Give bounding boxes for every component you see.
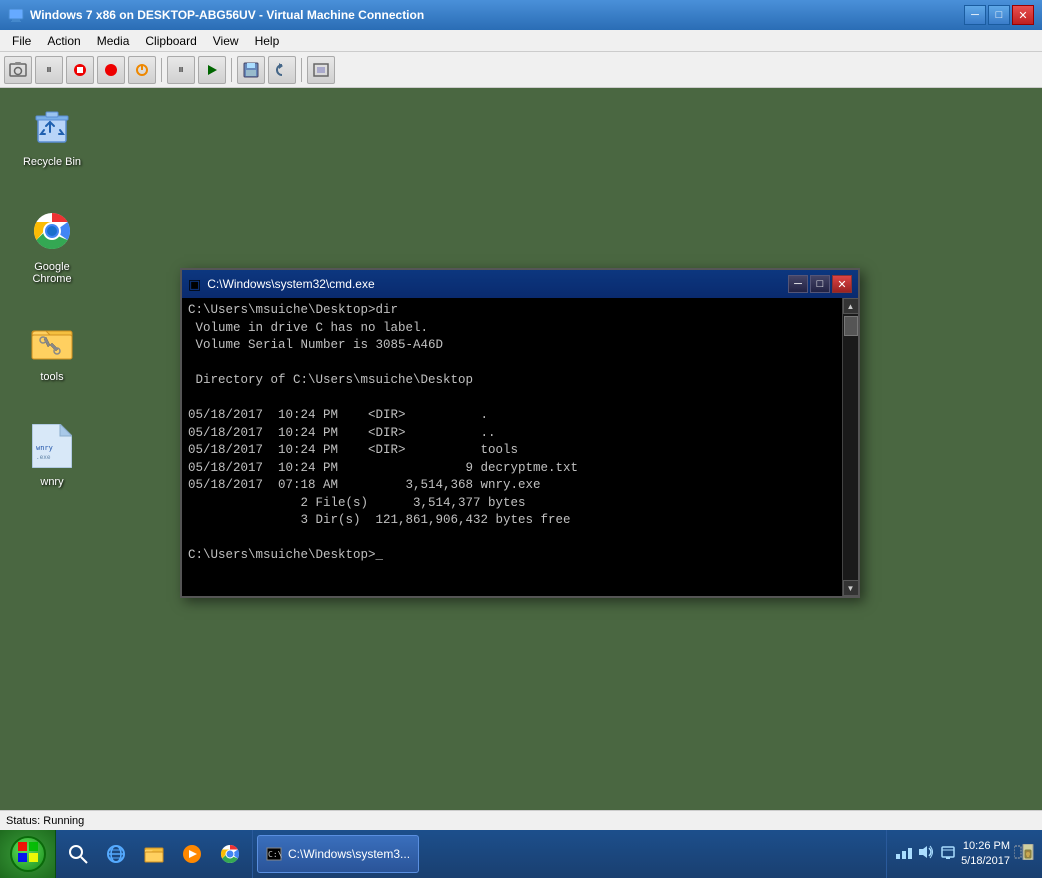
stop-btn[interactable]	[66, 56, 94, 84]
taskbar-ie-icon[interactable]	[98, 836, 134, 872]
screenshot-btn[interactable]	[4, 56, 32, 84]
vm-icon	[8, 7, 24, 23]
wnry-label: wnry	[36, 474, 67, 490]
cmd-titlebar[interactable]: ▣ C:\Windows\system32\cmd.exe ─ □ ✕	[182, 270, 858, 298]
clock-date: 5/18/2017	[961, 854, 1010, 869]
taskbar: C:\ C:\Windows\system3...	[0, 830, 1042, 878]
menu-item-media[interactable]: Media	[89, 32, 138, 50]
tools-folder-icon[interactable]: tools	[12, 313, 92, 389]
clock-time: 10:26 PM	[961, 839, 1010, 854]
minimize-button[interactable]: ─	[964, 5, 986, 25]
recycle-bin-label: Recycle Bin	[19, 154, 85, 170]
record-btn[interactable]	[97, 56, 125, 84]
folder-icon-image	[28, 317, 76, 365]
tray-lock-icon[interactable]	[1014, 844, 1034, 865]
wnry-icon-image: wnry .exe	[28, 422, 76, 470]
cmd-output: C:\Users\msuiche\Desktop>dir Volume in d…	[188, 302, 852, 565]
taskbar-tray: 10:26 PM 5/18/2017	[886, 830, 1042, 878]
save-btn[interactable]	[237, 56, 265, 84]
fullscreen-btn[interactable]	[307, 56, 335, 84]
title-bar: Windows 7 x86 on DESKTOP-ABG56UV - Virtu…	[0, 0, 1042, 30]
play-btn[interactable]	[198, 56, 226, 84]
cmd-task-button[interactable]: C:\ C:\Windows\system3...	[257, 835, 419, 873]
taskbar-chrome-icon[interactable]	[212, 836, 248, 872]
svg-text:C:\: C:\	[268, 850, 282, 859]
taskbar-tasks: C:\ C:\Windows\system3...	[253, 830, 886, 878]
cmd-controls: ─ □ ✕	[788, 275, 852, 293]
wnry-icon[interactable]: wnry .exe wnry	[12, 418, 92, 494]
menu-item-file[interactable]: File	[4, 32, 39, 50]
tray-audio-icon[interactable]	[917, 844, 935, 865]
cmd-maximize-btn[interactable]: □	[810, 275, 830, 293]
status-bar: Status: Running	[0, 810, 1042, 830]
pause-btn[interactable]: ⏸	[35, 56, 63, 84]
system-clock[interactable]: 10:26 PM 5/18/2017	[961, 839, 1010, 870]
taskbar-explorer-icon[interactable]	[136, 836, 172, 872]
cmd-icon: ▣	[188, 276, 201, 293]
svg-text:.exe: .exe	[36, 454, 51, 461]
revert-btn[interactable]	[268, 56, 296, 84]
cmd-close-btn[interactable]: ✕	[832, 275, 852, 293]
google-chrome-icon[interactable]: GoogleChrome	[12, 203, 92, 291]
cmd-minimize-btn[interactable]: ─	[788, 275, 808, 293]
close-button[interactable]: ✕	[1012, 5, 1034, 25]
taskbar-search-icon[interactable]	[60, 836, 96, 872]
menu-bar: FileActionMediaClipboardViewHelp	[0, 30, 1042, 52]
desktop: Recycle Bin GoogleChrome	[0, 88, 1042, 830]
start-orb	[10, 836, 46, 872]
cmd-body: C:\Users\msuiche\Desktop>dir Volume in d…	[182, 298, 858, 596]
sep3	[301, 58, 302, 82]
toolbar: ⏸ ⏸	[0, 52, 1042, 88]
cmd-window: ▣ C:\Windows\system32\cmd.exe ─ □ ✕ C:\U…	[180, 268, 860, 598]
taskbar-media-icon[interactable]	[174, 836, 210, 872]
scroll-up-arrow[interactable]: ▲	[843, 298, 859, 314]
cmd-title-left: ▣ C:\Windows\system32\cmd.exe	[188, 276, 375, 293]
tray-other-icon1[interactable]	[939, 844, 957, 865]
chrome-label: GoogleChrome	[28, 259, 75, 287]
sep1	[161, 58, 162, 82]
menu-item-view[interactable]: View	[205, 32, 247, 50]
status-text: Status: Running	[6, 815, 84, 827]
sep2	[231, 58, 232, 82]
scroll-thumb[interactable]	[844, 316, 858, 336]
chrome-icon-image	[28, 207, 76, 255]
menu-item-action[interactable]: Action	[39, 32, 88, 50]
title-bar-controls: ─ □ ✕	[964, 5, 1034, 25]
tools-label: tools	[36, 369, 67, 385]
recycle-bin-image	[28, 102, 76, 150]
menu-item-clipboard[interactable]: Clipboard	[137, 32, 204, 50]
tray-network-icon[interactable]	[895, 844, 913, 865]
maximize-button[interactable]: □	[988, 5, 1010, 25]
cmd-title: C:\Windows\system32\cmd.exe	[207, 277, 374, 291]
window-title: Windows 7 x86 on DESKTOP-ABG56UV - Virtu…	[30, 8, 424, 22]
scroll-down-arrow[interactable]: ▼	[843, 580, 859, 596]
pause2-btn[interactable]: ⏸	[167, 56, 195, 84]
windows-logo	[17, 841, 39, 868]
cmd-task-label: C:\Windows\system3...	[288, 847, 410, 861]
cmd-scrollbar[interactable]: ▲ ▼	[842, 298, 858, 596]
recycle-bin-icon[interactable]: Recycle Bin	[12, 98, 92, 174]
power-btn[interactable]	[128, 56, 156, 84]
svg-text:wnry: wnry	[36, 444, 53, 452]
start-button[interactable]	[0, 830, 56, 878]
taskbar-quicklaunch	[56, 830, 253, 878]
menu-item-help[interactable]: Help	[247, 32, 288, 50]
title-bar-left: Windows 7 x86 on DESKTOP-ABG56UV - Virtu…	[8, 7, 424, 23]
